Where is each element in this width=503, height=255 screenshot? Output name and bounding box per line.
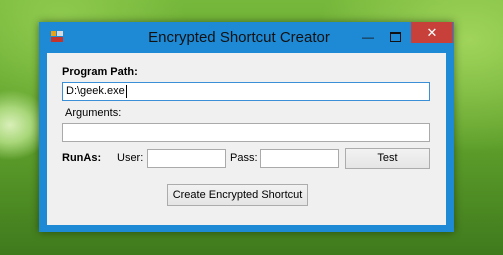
- title-bar[interactable]: Encrypted Shortcut Creator — ✕: [39, 22, 454, 52]
- user-label: User:: [117, 152, 144, 164]
- app-window: Encrypted Shortcut Creator — ✕ Program P…: [39, 22, 454, 232]
- pass-input[interactable]: [260, 149, 339, 168]
- minimize-icon[interactable]: —: [355, 27, 381, 47]
- runas-label: RunAs:: [62, 152, 102, 164]
- close-icon[interactable]: ✕: [411, 22, 453, 43]
- create-encrypted-shortcut-button[interactable]: Create Encrypted Shortcut: [167, 184, 308, 206]
- program-path-value: D:\geek.exe: [66, 85, 125, 97]
- arguments-input[interactable]: [62, 123, 430, 142]
- user-input[interactable]: [147, 149, 226, 168]
- text-caret: [125, 84, 127, 98]
- arguments-label: Arguments:: [65, 107, 122, 119]
- form-body: Program Path: D:\geek.exe Arguments: Run…: [47, 53, 446, 225]
- test-button[interactable]: Test: [345, 148, 430, 169]
- program-path-input[interactable]: D:\geek.exe: [62, 82, 430, 101]
- pass-label: Pass:: [230, 152, 258, 164]
- program-path-label: Program Path:: [62, 66, 138, 78]
- window-title: Encrypted Shortcut Creator: [148, 29, 330, 46]
- maximize-icon[interactable]: [382, 27, 408, 47]
